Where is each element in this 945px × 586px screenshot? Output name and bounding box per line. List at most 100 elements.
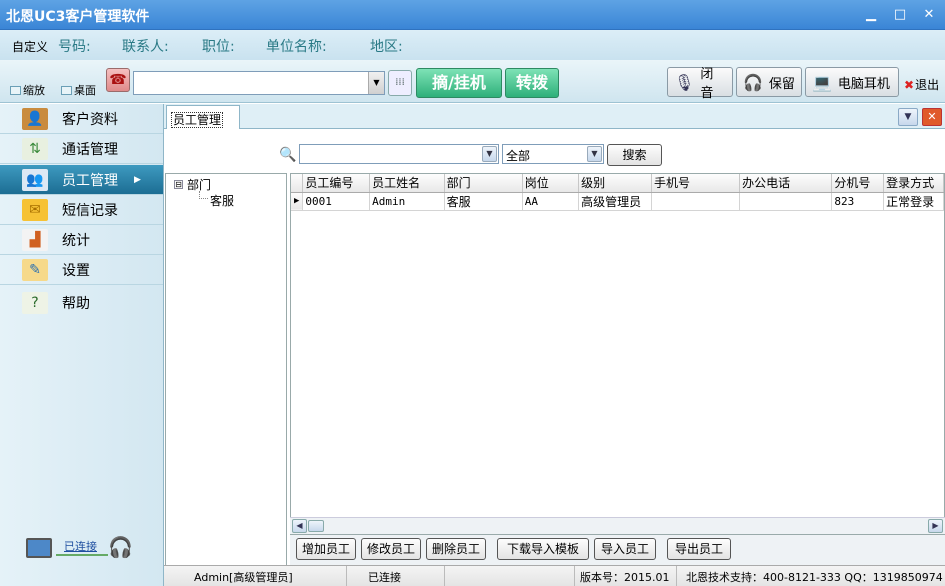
hold-button[interactable]: 🎧 保留 [736, 67, 802, 97]
sidebar-item-sms[interactable]: ✉ 短信记录 [0, 195, 163, 225]
search-input[interactable]: ▼ [299, 144, 499, 164]
column-header[interactable]: 级别 [578, 174, 652, 193]
keypad-icon[interactable]: ⁞⁞⁞ [388, 70, 412, 96]
title-bar: 北恩UC3客户管理软件 ▁ □ ✕ [0, 0, 945, 30]
tab-close-icon[interactable]: ✕ [922, 108, 942, 126]
customer-icon: 👤 [22, 107, 48, 130]
phone-icon[interactable]: ☎ [106, 68, 130, 92]
maximize-button[interactable]: □ [891, 6, 909, 24]
staff-icon: 👥 [22, 168, 48, 191]
phone-number-combo[interactable]: ▼ [133, 71, 385, 95]
minimize-button[interactable]: ▁ [862, 6, 880, 24]
transfer-button[interactable]: 转拨 [505, 68, 559, 98]
sidebar-item-label: 通话管理 [62, 141, 118, 158]
column-header[interactable]: 手机号 [651, 174, 741, 193]
scroll-left-icon[interactable]: ◀ [292, 519, 307, 533]
status-bar: Admin[高级管理员] 已连接 版本号：2015.01 北恩技术支持：400-… [164, 565, 945, 586]
table-cell[interactable] [651, 192, 741, 211]
exit-button[interactable]: ✖ 退出 [904, 76, 939, 93]
exit-label: 退出 [915, 78, 940, 92]
tab-list-chevron-icon[interactable]: ▼ [898, 108, 918, 126]
close-icon: ✖ [904, 77, 915, 92]
main-content: 员工管理 ▼ ✕ 🔍 ▼ 全部 ▼ 搜索 ⊟ 部门 客服 员工编号 员工姓名 部… [164, 104, 945, 586]
desktop-label: 桌面 [74, 84, 96, 97]
delete-staff-button[interactable]: 删除员工 [426, 538, 486, 560]
pc-headset-label: 电脑耳机 [837, 76, 890, 92]
help-icon: ? [22, 292, 48, 314]
customize-link[interactable]: 自定义 [12, 38, 48, 55]
column-header[interactable]: 登录方式 [883, 174, 944, 193]
table-cell[interactable]: 0001 [302, 192, 371, 211]
hold-label: 保留 [768, 76, 795, 92]
sidebar-item-customers[interactable]: 👤 客户资料 [0, 104, 163, 134]
table-cell[interactable]: 高级管理员 [578, 192, 652, 211]
table-cell[interactable] [739, 192, 833, 211]
staff-table: 员工编号 员工姓名 部门 岗位 级别 手机号 办公电话 分机号 登录方式 ▶ 0… [290, 173, 945, 535]
sidebar-item-help[interactable]: ? 帮助 [0, 288, 163, 318]
search-button[interactable]: 搜索 [607, 144, 662, 166]
search-icon: 🔍 [279, 147, 297, 163]
chevron-down-icon[interactable]: ▼ [587, 146, 602, 162]
table-cell[interactable]: 823 [831, 192, 885, 211]
column-header[interactable]: 分机号 [831, 174, 885, 193]
scroll-right-icon[interactable]: ▶ [928, 519, 943, 533]
status-version: 版本号：2015.01 [580, 571, 670, 584]
add-staff-button[interactable]: 增加员工 [296, 538, 356, 560]
sidebar-item-stats[interactable]: ▟ 统计 [0, 225, 163, 255]
region-label: 地区: [370, 39, 403, 55]
call-icon: ⇅ [22, 137, 48, 160]
mute-button[interactable]: 🎙 闭音 [667, 67, 733, 101]
sidebar-item-label: 员工管理 [62, 172, 118, 189]
table-cell[interactable]: Admin [369, 192, 445, 211]
sidebar-item-staff[interactable]: 👥 员工管理 ▶ [0, 165, 163, 195]
table-cell[interactable]: AA [522, 192, 580, 211]
shrink-icon [10, 85, 21, 95]
row-pointer-icon: ▶ [291, 192, 304, 211]
close-button[interactable]: ✕ [920, 6, 938, 24]
envelope-icon: ✉ [22, 198, 48, 221]
caller-info-bar: 自定义 号码: 联系人: 职位: 单位名称: 地区: [0, 30, 945, 60]
connection-indicator: 已连接 🎧 [22, 535, 134, 565]
headset-icon: 🎧 [108, 535, 133, 559]
row-header-corner [291, 174, 304, 193]
sidebar: 👤 客户资料 ⇅ 通话管理 👥 员工管理 ▶ ✉ 短信记录 ▟ 统计 ✎ 设置 … [0, 104, 164, 586]
phone-toolbar: 缩放 桌面 ☎ ▼ ⁞⁞⁞ 摘/挂机 转拨 🎙 闭音 🎧 保留 💻 电脑耳机 ✖… [0, 60, 945, 103]
chevron-down-icon[interactable]: ▼ [482, 146, 497, 162]
column-header[interactable]: 岗位 [522, 174, 580, 193]
status-separator [676, 566, 677, 586]
collapse-icon[interactable]: ⊟ [174, 180, 183, 189]
horizontal-scrollbar[interactable]: ◀ ▶ [290, 517, 945, 534]
shrink-toggle[interactable]: 缩放 [10, 82, 45, 98]
sidebar-item-calls[interactable]: ⇅ 通话管理 [0, 134, 163, 164]
table-row[interactable]: ▶ 0001 Admin 客服 AA 高级管理员 823 正常登录 [291, 192, 944, 211]
status-user: Admin[高级管理员] [194, 571, 293, 584]
desktop-toggle[interactable]: 桌面 [61, 82, 96, 98]
pickup-hangup-button[interactable]: 摘/挂机 [416, 68, 502, 98]
column-header[interactable]: 员工姓名 [369, 174, 445, 193]
department-tree: ⊟ 部门 客服 [165, 173, 287, 568]
tree-connector [199, 191, 208, 199]
tab-staff-management[interactable]: 员工管理 [166, 105, 240, 129]
status-separator [346, 566, 347, 586]
scope-select-value: 全部 [506, 149, 531, 163]
column-header[interactable]: 办公电话 [739, 174, 833, 193]
chevron-down-icon[interactable]: ▼ [368, 72, 384, 94]
tree-node-child[interactable]: 客服 [210, 192, 234, 209]
sidebar-item-label: 客户资料 [62, 111, 118, 128]
table-cell[interactable]: 正常登录 [883, 192, 944, 211]
desktop-icon [61, 85, 72, 95]
scope-select[interactable]: 全部 ▼ [502, 144, 604, 164]
export-staff-button[interactable]: 导出员工 [667, 538, 731, 560]
import-staff-button[interactable]: 导入员工 [594, 538, 656, 560]
edit-staff-button[interactable]: 修改员工 [361, 538, 421, 560]
column-header[interactable]: 员工编号 [302, 174, 371, 193]
shrink-label: 缩放 [23, 84, 45, 97]
scrollbar-thumb[interactable] [308, 520, 324, 532]
pc-headset-button[interactable]: 💻 电脑耳机 [805, 67, 899, 97]
table-cell[interactable]: 客服 [444, 192, 523, 211]
column-header[interactable]: 部门 [444, 174, 523, 193]
sidebar-item-label: 统计 [62, 232, 90, 249]
sidebar-item-settings[interactable]: ✎ 设置 [0, 255, 163, 285]
status-separator [574, 566, 575, 586]
download-template-button[interactable]: 下载导入模板 [497, 538, 589, 560]
